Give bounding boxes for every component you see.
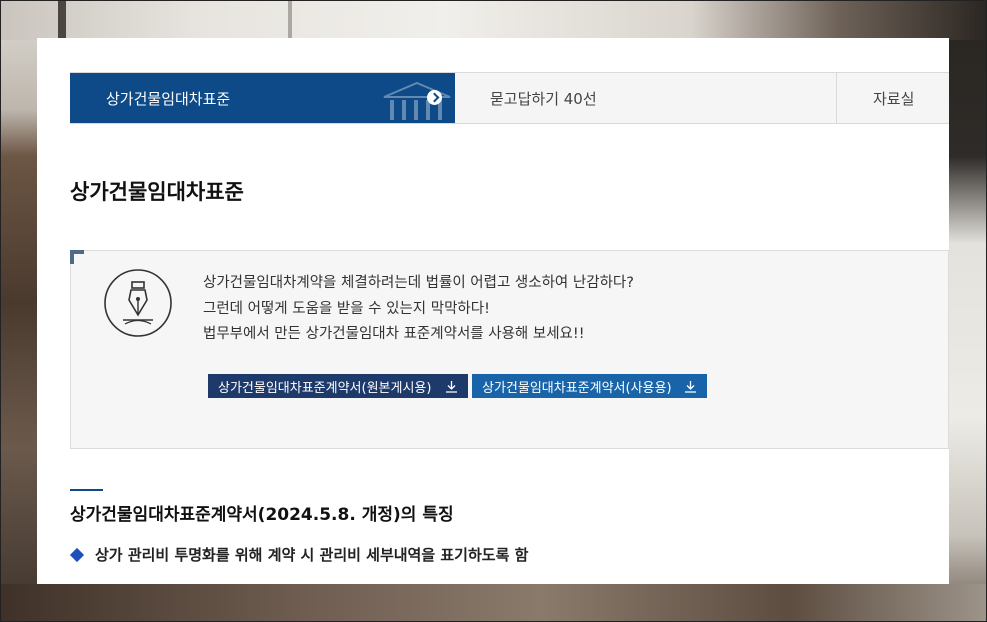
corner-accent [70, 250, 84, 264]
download-label: 상가건물임대차표준계약서(사용용) [482, 380, 672, 396]
tab-label: 자료실 [873, 89, 915, 108]
diamond-bullet-icon [69, 547, 85, 562]
download-usage-button[interactable]: 상가건물임대차표준계약서(사용용) [472, 374, 707, 398]
tab-label: 묻고답하기 40선 [490, 89, 597, 108]
tab-label: 상가건물임대차표준 [106, 89, 231, 108]
tab-standard-contract[interactable]: 상가건물임대차표준 [70, 73, 455, 123]
info-box: 상가건물임대차계약을 체결하려는데 법률이 어렵고 생소하여 난감하다? 그런데… [70, 250, 949, 449]
tab-qa-40[interactable]: 묻고답하기 40선 [455, 73, 837, 123]
page-title: 상가건물임대차표준 [70, 180, 244, 204]
download-original-button[interactable]: 상가건물임대차표준계약서(원본게시용) [208, 374, 468, 398]
section-accent-bar [70, 489, 103, 491]
content-panel: 상가건물임대차표준 묻고답하기 40선 자료실 상가건물임대차표준 상가건물임대… [37, 38, 949, 584]
download-icon [446, 380, 457, 393]
building-icon [383, 81, 451, 120]
download-label: 상가건물임대차표준계약서(원본게시용) [218, 380, 432, 396]
tab-resources[interactable]: 자료실 [837, 73, 949, 123]
section-title: 상가건물임대차표준계약서(2024.5.8. 개정)의 특징 [70, 505, 454, 525]
download-icon [685, 380, 696, 393]
info-text-line: 법무부에서 만든 상가건물임대차 표준계약서를 사용해 보세요!! [203, 326, 585, 342]
info-text-line: 그런데 어떻게 도움을 받을 수 있는지 막막하다! [203, 301, 490, 317]
fountain-pen-icon [104, 269, 172, 337]
arrow-right-icon [427, 90, 442, 105]
tab-bar: 상가건물임대차표준 묻고답하기 40선 자료실 [70, 72, 949, 124]
info-text-line: 상가건물임대차계약을 체결하려는데 법률이 어렵고 생소하여 난감하다? [203, 275, 634, 291]
feature-text: 상가 관리비 투명화를 위해 계약 시 관리비 세부내역을 표기하도록 함 [95, 546, 529, 564]
feature-list-item: 상가 관리비 투명화를 위해 계약 시 관리비 세부내역을 표기하도록 함 [69, 544, 529, 565]
